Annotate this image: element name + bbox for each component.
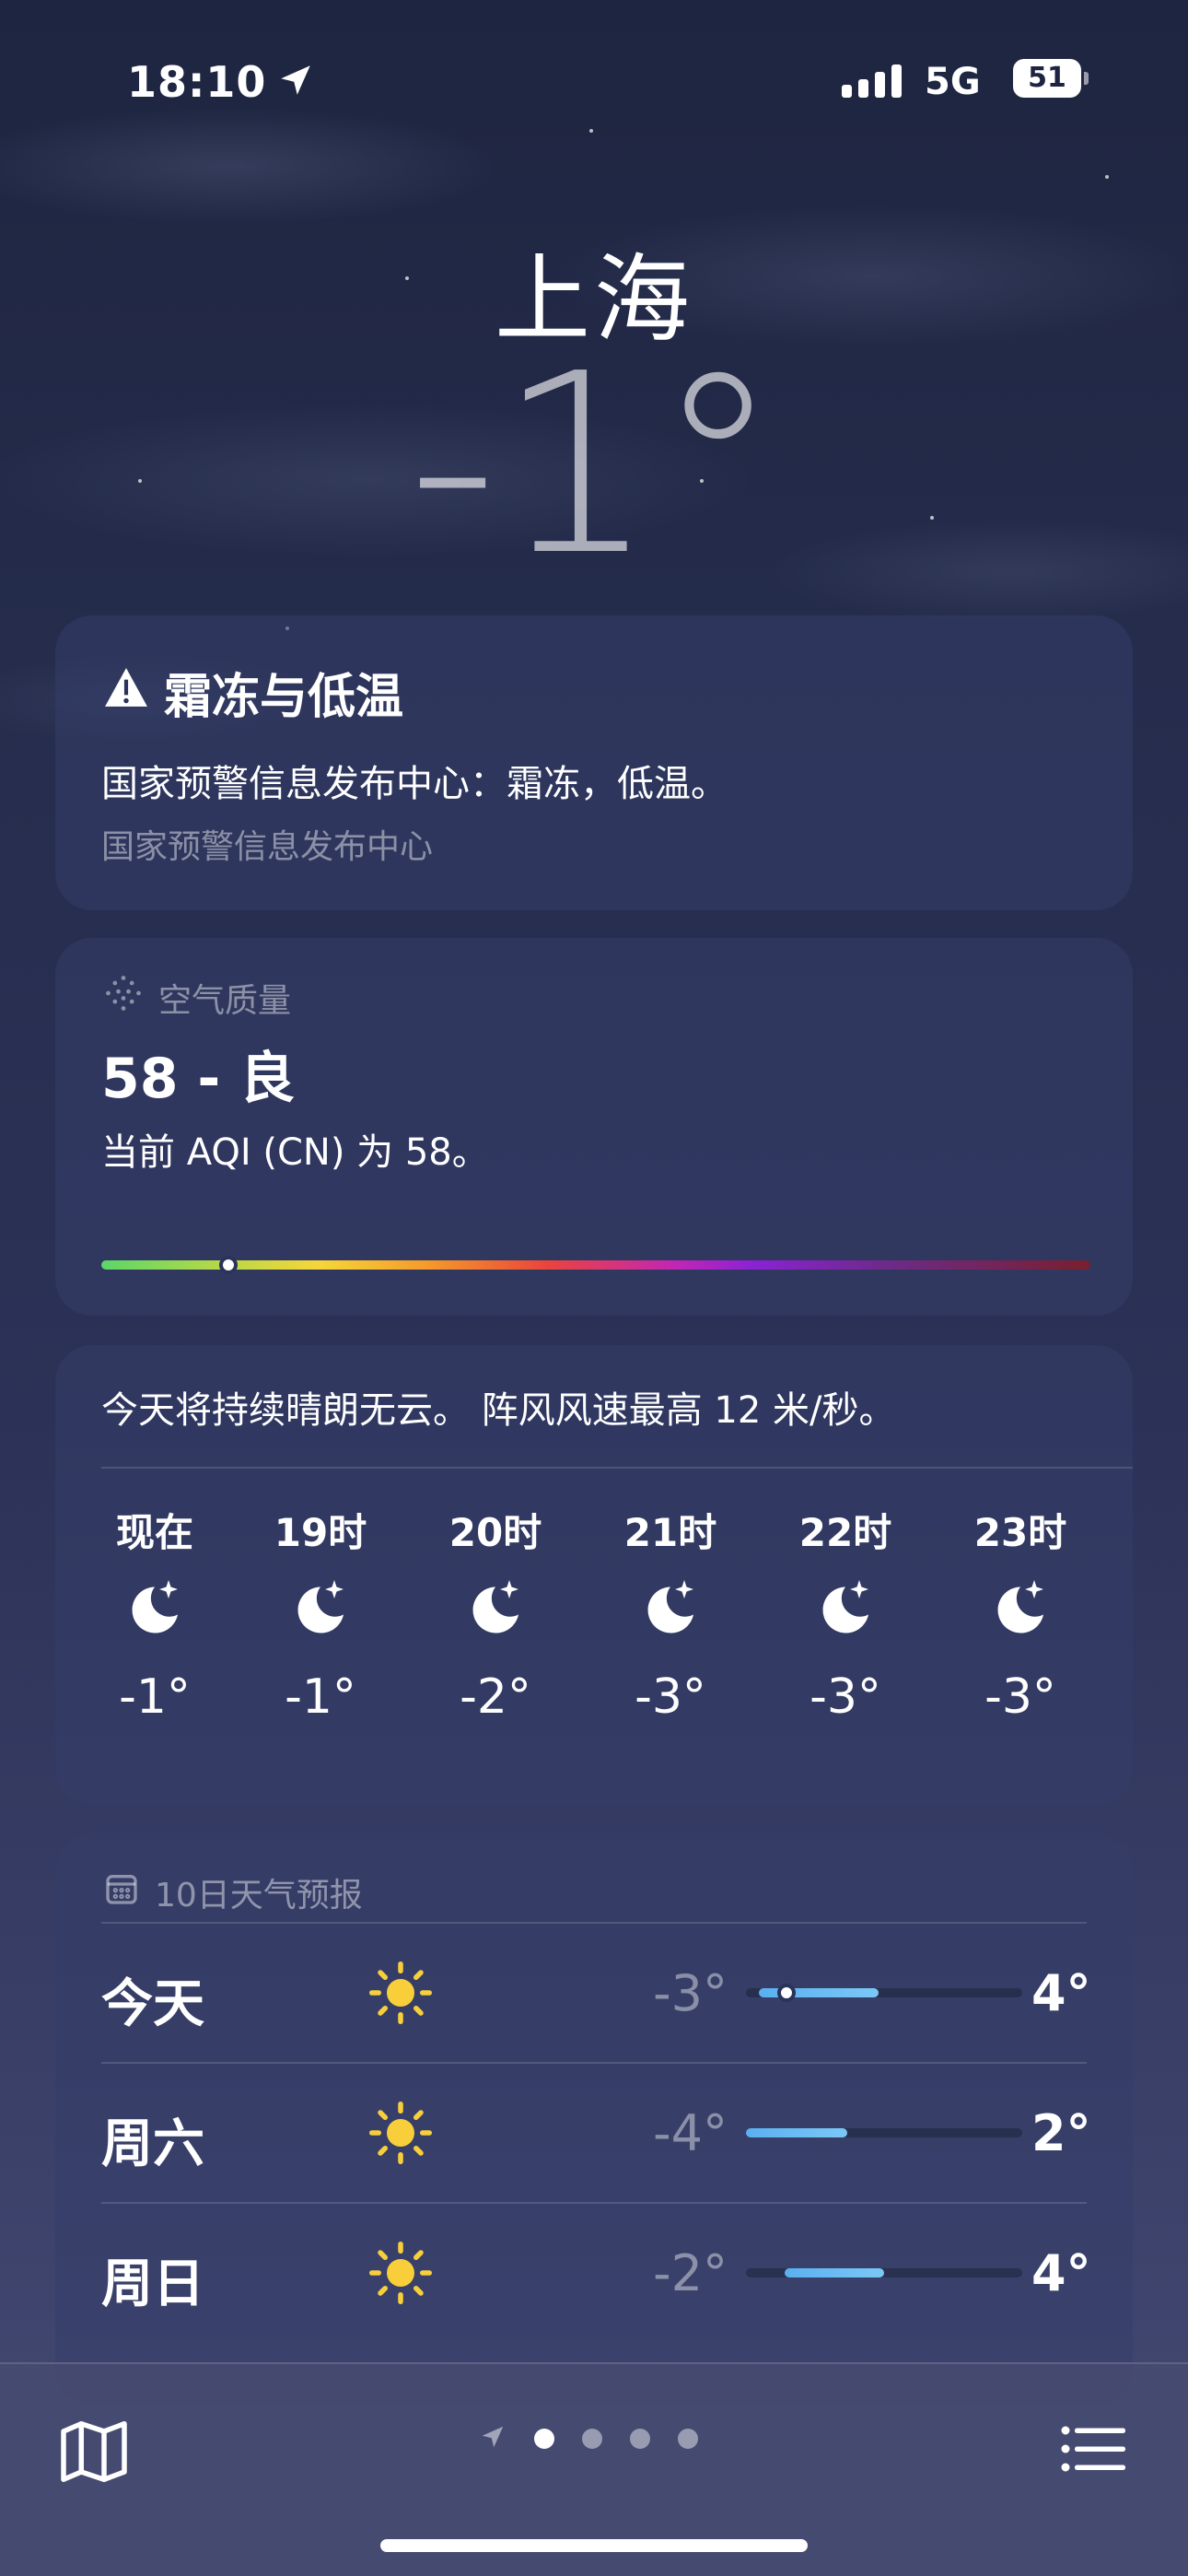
calendar-icon: [103, 1870, 140, 1915]
location-arrow-icon: [276, 61, 315, 103]
forecast-day: 周六: [101, 2114, 204, 2174]
aqi-scale-bar: [101, 1260, 1090, 1270]
hourly-time: 19时: [274, 1510, 367, 1555]
current-temperature: -1°: [407, 320, 781, 610]
temp-range-fill: [785, 2268, 884, 2277]
page-dot[interactable]: [582, 2429, 602, 2449]
air-quality-header-text: 空气质量: [158, 981, 292, 1020]
sun-icon: [368, 2101, 433, 2169]
alert-title: 霜冻与低温: [103, 658, 403, 727]
aqi-value: 58 - 良: [101, 1047, 296, 1111]
alert-title-text: 霜冻与低温: [164, 670, 404, 725]
home-indicator: [380, 2539, 808, 2552]
current-temp-indicator: [777, 1984, 796, 2002]
hourly-item: 20时 -2°: [422, 1502, 569, 1725]
hourly-temp: -3°: [635, 1669, 706, 1725]
page-dot[interactable]: [534, 2429, 554, 2449]
location-arrow-icon: [479, 2423, 507, 2454]
hourly-temp: -3°: [984, 1669, 1056, 1725]
page-indicator[interactable]: [479, 2423, 698, 2454]
forecast-low: -2°: [653, 2244, 728, 2302]
cellular-signal-icon: [842, 63, 902, 98]
hourly-item: 22时 -3°: [772, 1502, 919, 1725]
hourly-temp: -1°: [119, 1669, 191, 1725]
hourly-time: 23时: [973, 1510, 1067, 1555]
forecast-day: 今天: [101, 1974, 204, 2034]
hourly-item: 19时 -1°: [247, 1502, 394, 1725]
forecast-high: 4°: [1031, 2244, 1091, 2302]
page-dot[interactable]: [678, 2429, 698, 2449]
warning-triangle-icon: [103, 665, 149, 720]
star: [1105, 175, 1109, 179]
sun-icon: [368, 1961, 433, 2029]
hourly-item: 23时 -3°: [947, 1502, 1094, 1725]
alert-source: 国家预警信息发布中心: [101, 828, 434, 866]
air-quality-icon: [103, 973, 144, 1022]
ten-day-header: 10日天气预报: [103, 1868, 363, 1916]
temp-range-bar: [746, 2268, 1022, 2277]
battery-icon: 51: [1013, 59, 1081, 98]
moon-stars-icon: [947, 1557, 1094, 1658]
status-bar: 18:10 5G 51: [0, 53, 1188, 109]
forecast-row[interactable]: 今天 -3° 4°: [101, 1922, 1091, 2062]
page-dot[interactable]: [630, 2429, 650, 2449]
aqi-description: 当前 AQI (CN) 为 58。: [101, 1131, 489, 1174]
moon-stars-icon: [772, 1557, 919, 1658]
hourly-time: 21时: [623, 1510, 717, 1555]
ten-day-forecast-card[interactable]: 10日天气预报 今天 -3° 4° 周六 -4° 2° 周日 -2° 4°: [55, 1833, 1133, 2405]
list-icon[interactable]: [1061, 2423, 1125, 2478]
moon-stars-icon: [81, 1557, 228, 1658]
battery-tip: [1084, 72, 1089, 85]
hourly-time: 20时: [448, 1510, 542, 1555]
hourly-summary: 今天将持续晴朗无云。 阵风风速最高 12 米/秒。: [101, 1389, 896, 1432]
hourly-time: 22时: [798, 1510, 892, 1555]
aqi-indicator: [219, 1256, 238, 1274]
air-quality-card[interactable]: 空气质量 58 - 良 当前 AQI (CN) 为 58。: [55, 938, 1133, 1316]
moon-stars-icon: [422, 1557, 569, 1658]
forecast-low: -4°: [653, 2104, 728, 2162]
temp-range-fill: [746, 2128, 847, 2137]
hourly-forecast-card[interactable]: 今天将持续晴朗无云。 阵风风速最高 12 米/秒。 现在 -1° 19时 -1° 20时…: [55, 1345, 1133, 1806]
map-icon[interactable]: [61, 2421, 127, 2486]
hourly-item: 21时 -3°: [597, 1502, 744, 1725]
sun-icon: [368, 2241, 433, 2309]
air-quality-header: 空气质量: [103, 973, 291, 1022]
hourly-temp: -1°: [285, 1669, 356, 1725]
hourly-time: 现在: [115, 1510, 193, 1555]
moon-stars-icon: [247, 1557, 394, 1658]
ten-day-header-text: 10日天气预报: [155, 1877, 363, 1914]
forecast-low: -3°: [653, 1964, 728, 2022]
alert-description: 国家预警信息发布中心：霜冻，低温。: [101, 763, 728, 805]
hourly-temp: -2°: [460, 1669, 531, 1725]
temp-range-bar: [746, 2128, 1022, 2137]
moon-stars-icon: [597, 1557, 744, 1658]
forecast-row[interactable]: 周六 -4° 2°: [101, 2062, 1091, 2202]
hourly-temp: -3°: [809, 1669, 881, 1725]
star: [589, 129, 593, 133]
divider: [101, 1467, 1133, 1469]
forecast-day: 周日: [101, 2254, 204, 2314]
weather-alert-card[interactable]: 霜冻与低温 国家预警信息发布中心：霜冻，低温。 国家预警信息发布中心: [55, 615, 1133, 910]
hourly-item: 现在 -1°: [81, 1502, 228, 1725]
status-time: 18:10: [127, 57, 267, 107]
temp-range-bar: [746, 1984, 1022, 2002]
network-type: 5G: [925, 61, 981, 103]
forecast-high: 2°: [1031, 2104, 1091, 2162]
forecast-high: 4°: [1031, 1964, 1091, 2022]
forecast-row[interactable]: 周日 -2° 4°: [101, 2202, 1091, 2342]
